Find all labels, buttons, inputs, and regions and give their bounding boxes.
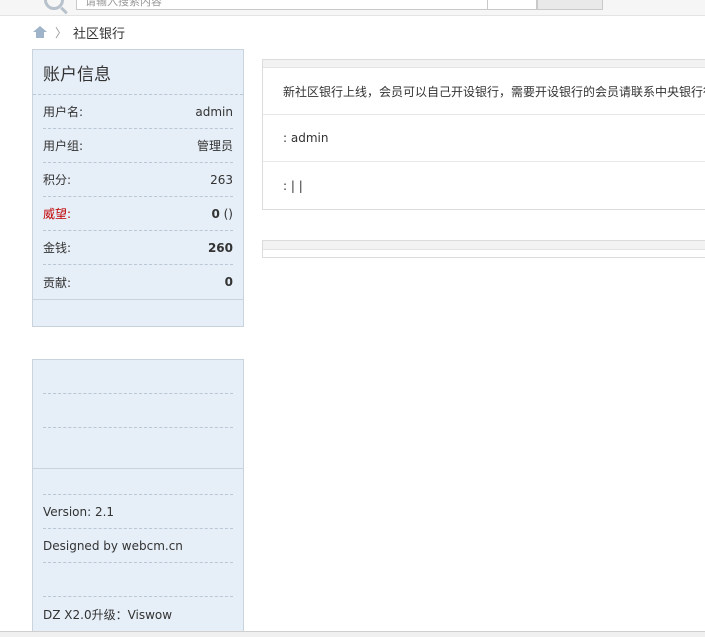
info-label: 积分: [43,173,72,187]
info-row-usergroup: 用户组: 管理员 [43,129,233,163]
account-sidebar: 账户信息 用户名: admin 用户组: 管理员 积分: 263 威望: 0 (… [32,49,244,637]
breadcrumb-current[interactable]: 社区银行 [73,23,125,42]
info-row-prestige: 威望: 0 () [43,197,233,231]
info-label: 用户名: [43,105,84,119]
info-label: 威望: [43,207,72,221]
sidebar-empty-row [43,563,233,597]
current-user-row: : admin [263,115,705,162]
notice-row: 新社区银行上线，会员可以自己开设银行，需要开设银行的会员请联系中央银行行长 [263,68,705,115]
designer-text[interactable]: Designed by webcm.cn [43,529,233,563]
search-icon [44,0,64,10]
bank-info-panel: 新社区银行上线，会员可以自己开设银行，需要开设银行的会员请联系中央银行行长 : … [262,59,705,210]
info-row-username: 用户名: admin [43,95,233,129]
sidebar-white-box [32,326,244,360]
info-label: 贡献: [43,275,72,290]
prestige-number: 0 [211,206,220,221]
sidebar-empty-row [43,469,233,495]
info-value: 0 () [211,207,233,221]
sidebar-empty-row [43,360,233,394]
sidebar-section-spacer [33,428,243,468]
info-value: 0 [224,275,233,289]
search-input[interactable]: 请输入搜索内容 [76,0,488,10]
info-label: 用户组: [43,139,84,153]
sidebar-title: 账户信息 [33,50,243,95]
current-user-text: : admin [283,131,329,145]
sidebar-section-spacer [33,300,243,326]
upgrade-text: DZ X2.0升级：Viswow [43,607,173,622]
version-text: Version: 2.1 [43,495,233,529]
info-value: 263 [210,172,233,187]
bank-list-panel [262,240,705,258]
info-value: 260 [207,240,233,255]
notice-text: 新社区银行上线，会员可以自己开设银行，需要开设银行的会员请联系中央银行行长 [283,84,705,99]
info-row-money: 金钱: 260 [43,231,233,265]
sidebar-empty-row [43,394,233,428]
horizontal-scrollbar[interactable] [0,631,705,637]
top-search-bar: 请输入搜索内容 [0,0,705,16]
prestige-suffix: () [219,206,233,221]
info-row-contribution: 贡献: 0 [43,265,233,299]
search-button[interactable] [537,0,603,10]
links-row: : | | [263,162,705,209]
breadcrumb: 〉 社区银行 [33,23,125,42]
info-row-points: 积分: 263 [43,163,233,197]
info-value: 管理员 [196,139,233,153]
info-value: admin [195,104,233,119]
chevron-right-icon: 〉 [55,25,68,40]
search-type-select[interactable] [487,0,537,10]
links-text[interactable]: : | | [283,179,303,193]
panel-header [263,241,705,250]
panel-header [263,60,705,68]
home-icon[interactable] [33,26,47,38]
info-label: 金钱: [43,241,72,255]
